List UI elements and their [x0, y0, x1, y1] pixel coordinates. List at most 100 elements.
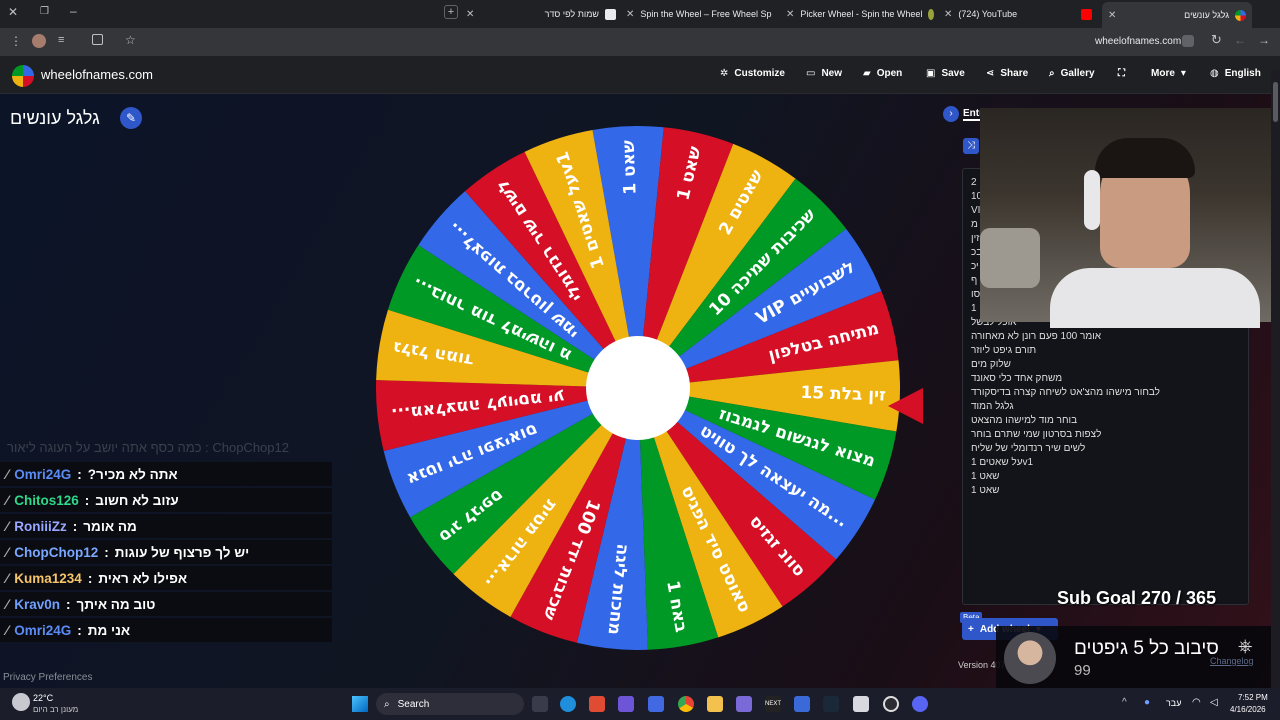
collapse-panel-icon[interactable]: › [943, 106, 959, 122]
url-text[interactable]: wheelofnames.com [1095, 36, 1181, 47]
tab-close-icon[interactable]: ✕ [944, 9, 952, 20]
shuffle-icon[interactable]: ⤨ [963, 138, 979, 154]
chat-text: אפילו לא ראית [98, 570, 188, 586]
share-button[interactable]: ⋖ Share [986, 68, 1028, 79]
ferris-wheel-icon: ⎈ [1238, 636, 1253, 656]
reading-list-icon[interactable]: ≡ [58, 34, 64, 46]
language-button[interactable]: ◍ English [1210, 68, 1261, 79]
tray-chevron-icon[interactable]: ^ [1122, 697, 1127, 708]
microphone-tray-icon[interactable]: ● [1144, 697, 1150, 708]
entry-line[interactable]: סו [971, 289, 980, 300]
clock-date[interactable]: 4/16/2026 [1230, 705, 1266, 714]
tab-3[interactable]: ✕ Picker Wheel - Spin the Wheel [786, 4, 934, 24]
chevron-down-icon: ▾ [1180, 68, 1186, 79]
wheel-center[interactable] [586, 336, 690, 440]
notepad-icon[interactable] [853, 696, 869, 712]
tab-label: Spin the Wheel – Free Wheel Sp [640, 9, 772, 19]
entry-line[interactable]: שאט 1 [971, 471, 999, 482]
tab-close-icon[interactable]: ✕ [466, 9, 474, 20]
windows-start-icon[interactable] [352, 696, 368, 712]
site-logo-text[interactable]: wheelofnames.com [41, 67, 153, 82]
entry-line[interactable]: תורם גיפט ליוזר [971, 345, 1036, 356]
taskbar-search[interactable]: ⌕ Search [376, 693, 524, 715]
privacy-link[interactable]: Privacy Preferences [3, 672, 92, 683]
entry-line[interactable]: משחק אחד כלי סאונד [971, 373, 1062, 384]
chat-username: Omri24G [14, 466, 72, 482]
discord-icon[interactable] [912, 696, 928, 712]
tab-active[interactable]: ✕ גלגל עונשים [1102, 2, 1252, 28]
gallery-button[interactable]: ⌕ Gallery [1049, 68, 1095, 79]
chat-username: ChopChop12 [14, 544, 99, 560]
menu-dots-icon[interactable]: ⋮ [10, 34, 22, 48]
steam-icon[interactable] [823, 696, 839, 712]
entry-line[interactable]: לבחור מישהו מהצ'אט לשיחה קצרה בדיסקורד [971, 387, 1160, 398]
forward-icon[interactable]: ← [1234, 33, 1246, 47]
entry-line[interactable]: שאט 1 [971, 485, 999, 496]
new-tab-icon[interactable]: + [444, 5, 458, 19]
microphone-icon [980, 228, 1040, 288]
entry-line[interactable]: בוחר מוד למישהו מהצאט [971, 415, 1077, 426]
window-minimize-icon[interactable]: – [70, 4, 77, 18]
clock-time[interactable]: 7:52 PM [1238, 693, 1268, 702]
more-button[interactable]: More ▾ [1151, 68, 1186, 79]
entry-line[interactable]: לשים שיר רנדומלי של שליח [971, 443, 1085, 454]
tab-close-icon[interactable]: ✕ [786, 9, 794, 20]
wheel-title: גלגל עונשים [10, 108, 100, 128]
wifi-icon[interactable]: ◠ [1192, 697, 1201, 708]
bookmark-star-icon[interactable]: ☆ [125, 33, 136, 47]
tab-2[interactable]: ✕ Spin the Wheel – Free Wheel Sp [626, 4, 776, 24]
taskbar: 22°C מעונן רב היום ⌕ Search NEXT ^ ● עבר… [0, 688, 1280, 720]
app-icon[interactable] [736, 696, 752, 712]
customize-button[interactable]: ✲ Customize [720, 68, 785, 79]
chat-message: ⁄ Chitos126: עזוב לא חשוב [0, 488, 332, 512]
app-icon[interactable] [618, 696, 634, 712]
more-label: More [1151, 68, 1175, 79]
entry-line[interactable]: לצפות בסרטון שמי שתרם בוחר [971, 429, 1101, 440]
weather-icon[interactable] [12, 693, 30, 711]
save-label: Save [941, 68, 965, 79]
weather-desc: מעונן רב היום [33, 705, 79, 714]
back-icon[interactable]: → [1258, 33, 1270, 47]
scrollbar-thumb[interactable] [1273, 82, 1278, 122]
entry-line[interactable]: 1 [971, 303, 977, 314]
store-icon[interactable] [589, 696, 605, 712]
entry-line[interactable]: שלוק מים [971, 359, 1011, 370]
obs-icon[interactable] [883, 696, 899, 712]
entry-line[interactable]: אומר 100 פעם רונן לא מאחורה [971, 331, 1101, 342]
open-button[interactable]: ▰ Open [863, 68, 902, 79]
tab-1[interactable]: ✕ שמות לפי סדר [466, 4, 616, 24]
edge-icon[interactable] [560, 696, 576, 712]
file-explorer-icon[interactable] [707, 696, 723, 712]
tab-4[interactable]: ✕ (724) YouTube [944, 4, 1092, 24]
wheel[interactable]: 1 שאט1 שאט2 שאטיםשכיבות שמיכה 10VIP לשבו… [368, 120, 928, 688]
fullscreen-button[interactable]: ⛶ [1118, 68, 1125, 79]
entry-line[interactable]: ף [971, 275, 977, 286]
tab-close-icon[interactable]: ✕ [626, 9, 634, 20]
site-logo-icon[interactable] [12, 65, 34, 87]
page-scrollbar[interactable] [1271, 70, 1280, 688]
entry-line[interactable]: מ [971, 219, 978, 230]
teams-icon[interactable] [648, 696, 664, 712]
new-button[interactable]: ▭ New [806, 68, 842, 79]
entry-line[interactable]: על שאטים 1v1 [971, 457, 1033, 468]
entry-line[interactable]: גלגל המוד [971, 401, 1014, 412]
save-button[interactable]: ▣ Save [926, 68, 965, 79]
entry-line[interactable]: זין [971, 233, 979, 244]
window-close-icon[interactable]: ✕ [8, 5, 18, 19]
changelog-link[interactable]: Changelog [1210, 656, 1254, 666]
window-restore-icon[interactable]: ❐ [40, 6, 49, 17]
entry-line[interactable]: 2 [971, 177, 977, 188]
extensions-icon[interactable] [92, 34, 103, 45]
reload-icon[interactable]: ↻ [1211, 32, 1222, 48]
app-icon[interactable] [794, 696, 810, 712]
language-indicator[interactable]: עבר [1166, 698, 1181, 708]
task-view-icon[interactable] [532, 696, 548, 712]
chrome-icon[interactable] [678, 696, 694, 712]
next-app-icon[interactable]: NEXT [765, 696, 781, 712]
site-settings-icon[interactable] [1182, 35, 1194, 47]
tab-close-icon[interactable]: ✕ [1108, 10, 1116, 21]
volume-icon[interactable]: ◁ [1210, 697, 1218, 708]
entry-line[interactable]: יכ [971, 261, 979, 272]
edit-title-icon[interactable]: ✎ [120, 107, 142, 129]
profile-avatar[interactable] [32, 34, 46, 48]
